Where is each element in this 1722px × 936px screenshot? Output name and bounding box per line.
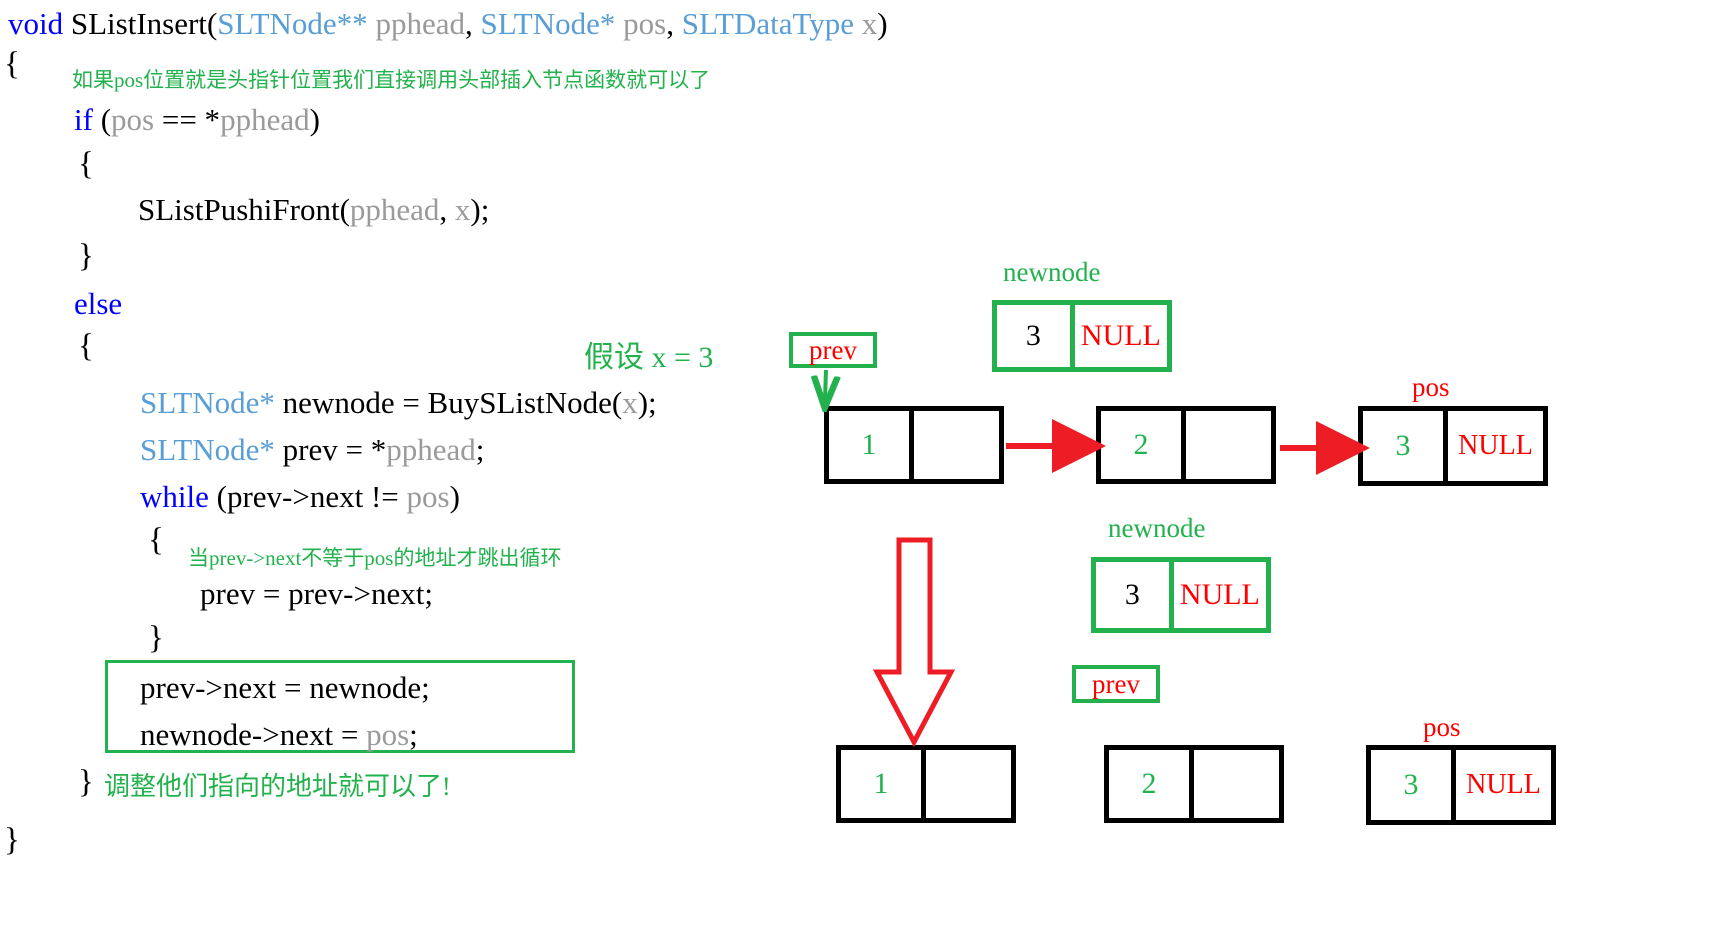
newnode-next-cell-top: NULL bbox=[1080, 319, 1161, 352]
brace-open-if: { bbox=[78, 146, 94, 182]
while-cond-close: ) bbox=[449, 479, 460, 514]
transition-down-arrow bbox=[872, 537, 956, 748]
list-node-1-data-bottom: 1 bbox=[841, 750, 926, 818]
assign-rhs-pos: pos bbox=[366, 717, 410, 752]
function-name: SListInsert bbox=[70, 6, 207, 41]
call-arg-pphead: pphead bbox=[349, 192, 440, 227]
param-type-pphead: SLTNode** bbox=[217, 6, 368, 41]
list-node-1-top: 1 bbox=[824, 406, 1004, 484]
newnode-label-bottom: newnode bbox=[1108, 513, 1206, 543]
brace-open-while: { bbox=[148, 522, 164, 558]
code-line-while-body: prev = prev->next; bbox=[200, 576, 433, 611]
comma-1: , bbox=[464, 6, 481, 41]
decl-prev-semi: ; bbox=[475, 432, 485, 467]
while-cond-open: (prev->next != bbox=[208, 479, 407, 514]
list-node-3-next-bottom: NULL bbox=[1466, 769, 1541, 800]
comment-adjust-pointers: 调整他们指向的地址就可以了! bbox=[104, 772, 451, 801]
call-arg-x: x bbox=[454, 192, 471, 227]
code-line-prev-next-assign: prev->next = newnode; bbox=[140, 670, 430, 705]
list-node-2-data-bottom: 2 bbox=[1109, 750, 1194, 818]
while-cond-pos: pos bbox=[406, 479, 450, 514]
brace-close-outer: } bbox=[4, 822, 20, 858]
param-type-pos: SLTNode* bbox=[480, 6, 616, 41]
newnode-next-cell-bottom: NULL bbox=[1179, 578, 1260, 611]
newnode-node-top: 3 NULL bbox=[992, 300, 1172, 372]
list-node-3-next-top: NULL bbox=[1458, 430, 1533, 461]
newnode-data-cell-top: 3 bbox=[997, 305, 1075, 367]
param-name-pos: pos bbox=[615, 6, 667, 41]
comma-2: , bbox=[666, 6, 682, 41]
if-operand-pos: pos bbox=[111, 102, 155, 137]
list-node-3-pos-top: 3 NULL bbox=[1358, 406, 1548, 486]
code-line-if: if (pos == *pphead) bbox=[74, 104, 320, 135]
list-node-2-bottom: 2 bbox=[1104, 745, 1284, 823]
list-node-2-data-top: 2 bbox=[1101, 411, 1186, 479]
code-line-decl-prev: SLTNode* prev = *pphead; bbox=[140, 434, 484, 465]
keyword-while: while bbox=[140, 479, 209, 514]
keyword-if: if bbox=[74, 102, 93, 137]
prev-pointer-box-bottom: prev bbox=[1072, 665, 1160, 703]
if-operand-pphead: pphead bbox=[220, 102, 310, 137]
newnode-node-bottom: 3 NULL bbox=[1091, 557, 1271, 633]
brace-open-outer: { bbox=[4, 46, 20, 82]
decl-rest-prev: prev = * bbox=[274, 432, 387, 467]
decl-type-newnode: SLTNode* bbox=[140, 385, 275, 420]
brace-open-else: { bbox=[78, 328, 94, 364]
brace-close-else: } bbox=[78, 764, 94, 800]
keyword-void: void bbox=[8, 6, 71, 41]
code-line-decl-newnode: SLTNode* newnode = BuySListNode(x); bbox=[140, 387, 657, 418]
assign-lhs-newnode-next: newnode->next = bbox=[140, 717, 367, 752]
prev-arrow-top bbox=[825, 369, 826, 400]
list-node-1-next-top bbox=[914, 411, 999, 479]
newnode-label-top: newnode bbox=[1003, 257, 1101, 287]
code-line-while: while (prev->next != pos) bbox=[140, 481, 460, 512]
comment-loop-condition: 当prev->next不等于pos的地址才跳出循环 bbox=[188, 546, 562, 570]
param-type-x: SLTDataType bbox=[681, 6, 855, 41]
if-paren-open: ( bbox=[92, 102, 112, 137]
paren-open: ( bbox=[206, 6, 218, 41]
prev-pointer-label-bottom: prev bbox=[1092, 668, 1140, 699]
call-paren-open: ( bbox=[339, 192, 350, 227]
pos-label-top: pos bbox=[1412, 372, 1450, 402]
if-paren-close: ) bbox=[309, 102, 320, 137]
call-paren-close: ); bbox=[470, 192, 490, 227]
param-name-pphead: pphead bbox=[367, 6, 465, 41]
call-name-pushfront: SListPushiFront bbox=[138, 192, 340, 227]
list-node-1-bottom: 1 bbox=[836, 745, 1016, 823]
list-node-1-next-bottom bbox=[926, 750, 1011, 818]
comment-pos-is-head: 如果pos位置就是头指针位置我们直接调用头部插入节点函数就可以了 bbox=[72, 68, 711, 92]
keyword-else: else bbox=[74, 286, 123, 321]
newnode-data-cell-bottom: 3 bbox=[1096, 562, 1174, 628]
decl-close-newnode: ); bbox=[637, 385, 657, 420]
paren-close: ) bbox=[877, 6, 888, 41]
call-comma: , bbox=[439, 192, 455, 227]
list-node-1-data-top: 1 bbox=[829, 411, 914, 479]
list-node-2-next-top bbox=[1186, 411, 1271, 479]
param-name-x: x bbox=[854, 6, 878, 41]
list-node-2-top: 2 bbox=[1096, 406, 1276, 484]
list-node-2-next-bottom bbox=[1194, 750, 1279, 818]
assign-semi: ; bbox=[409, 717, 418, 752]
brace-close-if: } bbox=[78, 238, 94, 274]
decl-prev-pphead: pphead bbox=[386, 432, 476, 467]
brace-close-while: } bbox=[148, 620, 164, 656]
if-operator: == * bbox=[154, 102, 221, 137]
list-node-3-data-top: 3 bbox=[1363, 411, 1448, 481]
decl-rest-newnode: newnode = BuySListNode( bbox=[274, 385, 623, 420]
code-line-signature: void SListInsert(SLTNode** pphead, SLTNo… bbox=[8, 8, 888, 39]
code-line-newnode-next-assign: newnode->next = pos; bbox=[140, 719, 418, 750]
list-node-3-pos-bottom: 3 NULL bbox=[1366, 745, 1556, 825]
code-pane: void SListInsert(SLTNode** pphead, SLTNo… bbox=[0, 0, 888, 936]
list-node-3-data-bottom: 3 bbox=[1371, 750, 1456, 820]
decl-arg-x: x bbox=[622, 385, 638, 420]
pos-label-bottom: pos bbox=[1423, 712, 1461, 742]
code-line-pushfront: SListPushiFront(pphead, x); bbox=[138, 194, 489, 225]
decl-type-prev: SLTNode* bbox=[140, 432, 275, 467]
